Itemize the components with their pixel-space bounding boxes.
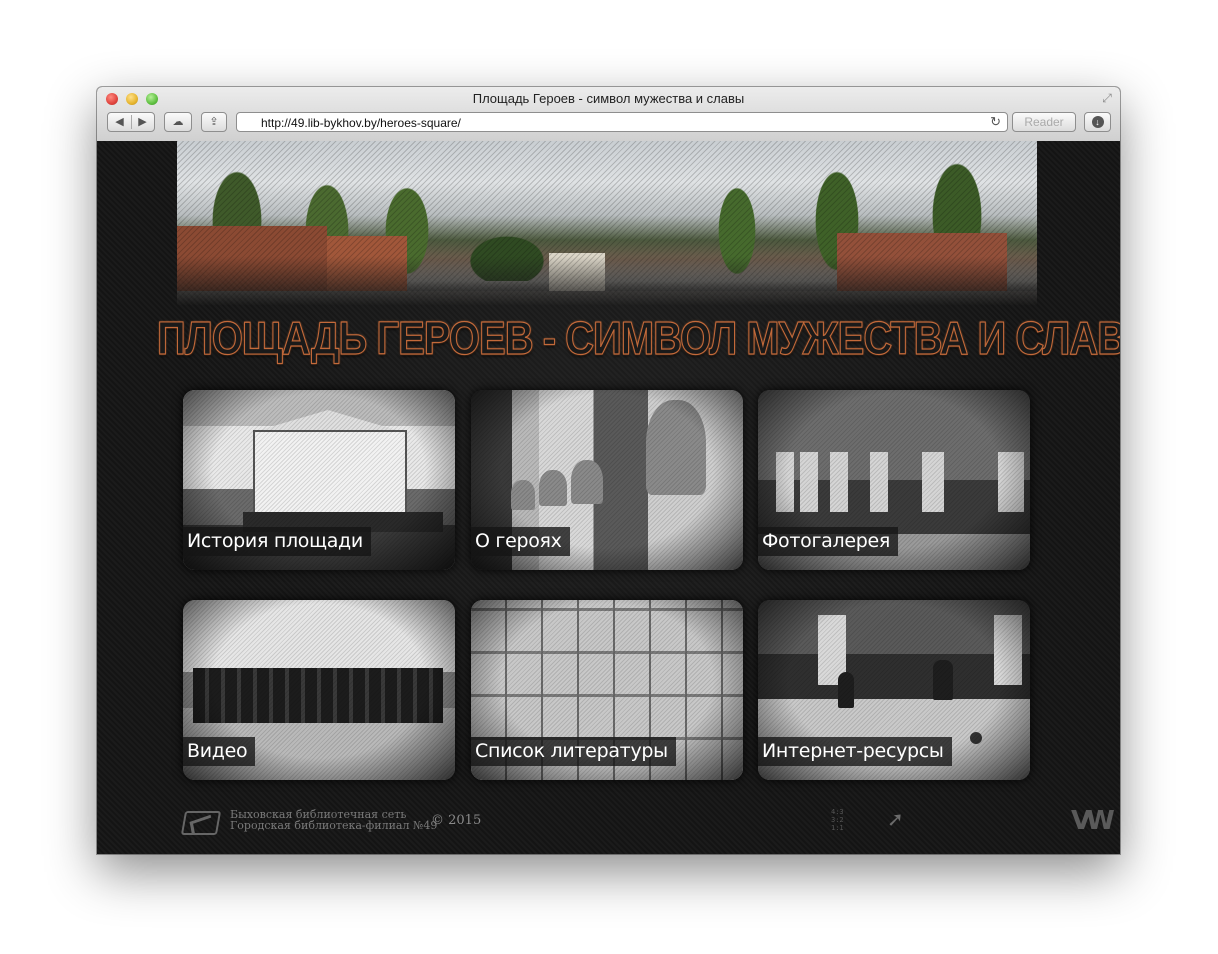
reload-icon[interactable]: ↻ (990, 114, 1001, 130)
download-icon: ↓ (1091, 116, 1104, 128)
square-panorama-banner (177, 141, 1037, 306)
browser-toolbar: Площадь Героев - символ мужества и славы… (97, 87, 1120, 142)
tile-label[interactable]: Фотогалерея (758, 527, 899, 556)
ratio-option[interactable]: 1:1 (831, 824, 844, 832)
back-forward-group: ◀ ▶ (107, 112, 155, 132)
tile-label[interactable]: Список литературы (471, 737, 676, 766)
banner-overlay (177, 141, 1037, 306)
back-button[interactable]: ◀ (108, 113, 131, 131)
copyright: © 2015 (431, 813, 482, 828)
nav-divider (131, 115, 132, 129)
forward-button[interactable]: ▶ (131, 113, 154, 131)
tile-heroes[interactable]: О героях (471, 390, 743, 570)
downloads-button[interactable]: ↓ (1084, 112, 1111, 132)
ratio-option[interactable]: 3:2 (831, 816, 844, 824)
ratio-option[interactable]: 4:3 (831, 808, 844, 816)
page-content: ПЛОЩАДЬ ГЕРОЕВ - СИМВОЛ МУЖЕСТВА И СЛАВЫ… (97, 141, 1120, 854)
reader-button[interactable]: Reader (1012, 112, 1076, 132)
tile-history[interactable]: История площади (183, 390, 455, 570)
tile-gallery[interactable]: Фотогалерея (758, 390, 1030, 570)
org-line-2: Городская библиотека-филиал №49 (230, 819, 438, 832)
fullscreen-icon[interactable]: ⤢ (1100, 91, 1114, 105)
footer: Быховская библиотечная сеть Городская би… (180, 806, 1115, 839)
share-button[interactable]: ⇪ (201, 112, 227, 132)
developer-logo[interactable]: VW (1071, 806, 1115, 836)
tile-label[interactable]: История площади (183, 527, 371, 556)
window-title: Площадь Героев - символ мужества и славы (472, 91, 745, 106)
tile-label[interactable]: О героях (471, 527, 570, 556)
tile-video[interactable]: Видео (183, 600, 455, 780)
page-title: ПЛОЩАДЬ ГЕРОЕВ - СИМВОЛ МУЖЕСТВА И СЛАВЫ (157, 313, 1121, 365)
tile-literature[interactable]: Список литературы (471, 600, 743, 780)
address-bar[interactable]: http://49.lib-bykhov.by/heroes-square/ ↻ (236, 112, 1008, 132)
org-name: Быховская библиотечная сеть Городская би… (230, 809, 437, 831)
library-logo-icon[interactable] (180, 811, 222, 835)
icloud-tabs-button[interactable]: ☁ (164, 112, 192, 132)
tile-internet-resources[interactable]: Интернет-ресурсы (758, 600, 1030, 780)
external-link-arrow-icon[interactable]: ➚ (887, 807, 904, 832)
url-text[interactable]: http://49.lib-bykhov.by/heroes-square/ (261, 116, 461, 130)
tile-label[interactable]: Интернет-ресурсы (758, 737, 952, 766)
aspect-ratio-switcher[interactable]: 4:3 3:2 1:1 (831, 808, 844, 832)
browser-window: Площадь Героев - символ мужества и славы… (97, 87, 1120, 854)
tile-label[interactable]: Видео (183, 737, 256, 766)
